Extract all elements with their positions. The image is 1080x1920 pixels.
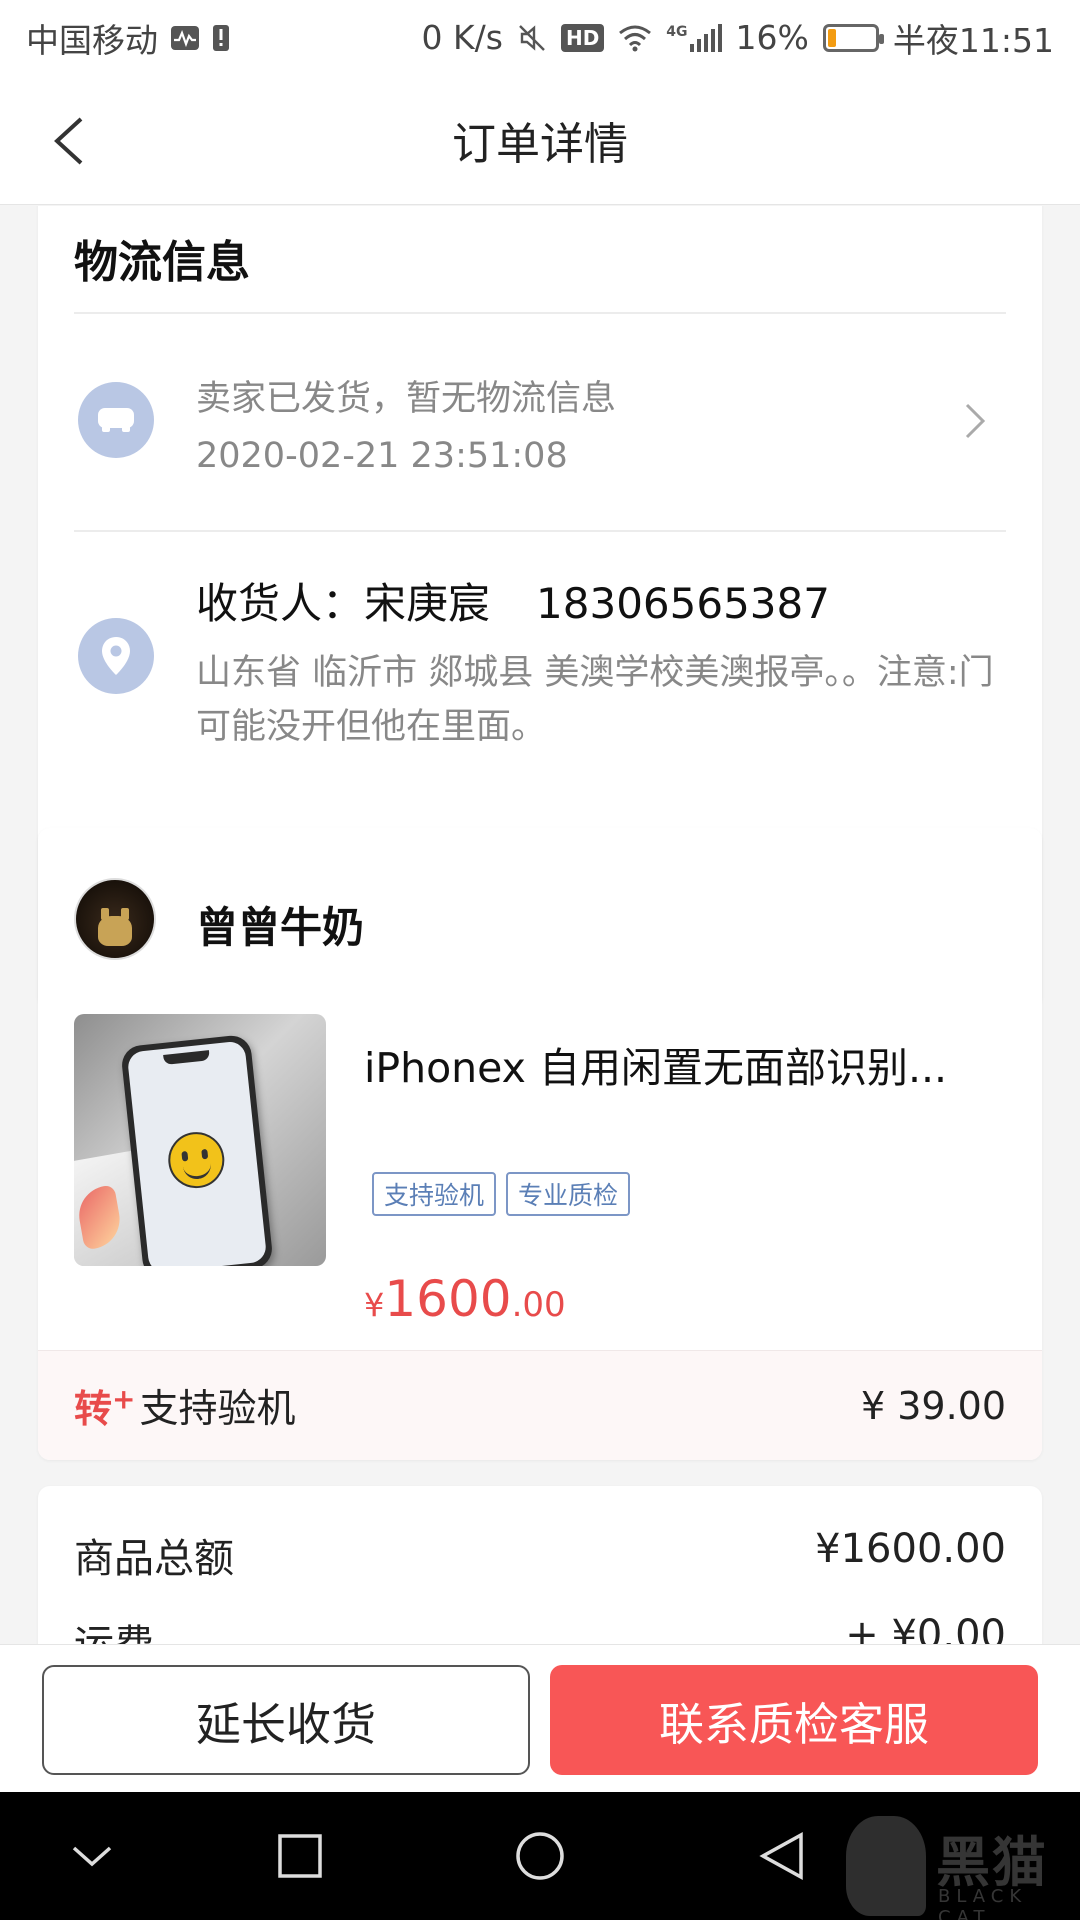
- product-image[interactable]: [74, 1014, 326, 1266]
- chevron-right-icon: [965, 403, 986, 439]
- location-pin-icon: [78, 618, 154, 694]
- receiver-name: 宋庚宸: [364, 579, 491, 628]
- logistics-status-row[interactable]: 卖家已发货，暂无物流信息 2020-02-21 23:51:08: [38, 312, 1042, 528]
- price-integer: 1600: [384, 1270, 512, 1328]
- smiley-sun-icon: [165, 1129, 228, 1191]
- shipping-label: 运费: [74, 1612, 154, 1644]
- triangle-back-icon: [759, 1832, 803, 1880]
- service-logo-text: 转: [74, 1387, 113, 1431]
- wifi-icon: [618, 24, 652, 52]
- product-price: ¥1600.00: [364, 1270, 566, 1328]
- back-button[interactable]: [44, 111, 94, 171]
- circle-icon: [516, 1832, 564, 1880]
- back-nav-button[interactable]: [752, 1826, 812, 1886]
- avatar-figure: [98, 908, 132, 946]
- battery-percent: 16%: [735, 18, 809, 57]
- service-price: ¥ 39.00: [860, 1383, 1006, 1428]
- cat-silhouette-icon: [846, 1816, 926, 1916]
- divider: [74, 530, 1006, 532]
- order-content[interactable]: 物流信息 卖家已发货，暂无物流信息 2020-02-21 23:51:08 收货…: [0, 206, 1080, 1644]
- mute-icon: [517, 23, 547, 53]
- hd-icon: HD: [560, 23, 605, 52]
- black-cat-watermark: 黑猫 BLACK CAT: [820, 1812, 1080, 1920]
- shipping-row: 运费 + ¥0.00: [74, 1612, 1006, 1644]
- receiver-address: 山东省 临沂市 郯城县 美澳学校美澳报亭。。注意:门可能没开但他在里面。: [196, 653, 994, 747]
- truck-icon: [78, 382, 154, 458]
- chevron-left-icon: [54, 117, 83, 165]
- price-decimal: .00: [511, 1285, 566, 1325]
- seller-card: 曾曾牛奶 iPhonex 自用闲置无面部识别... 支持验机 专业质检 ¥160…: [38, 828, 1042, 1460]
- navigation-bar: 订单详情: [0, 75, 1080, 205]
- zhuan-plus-logo: 转+: [74, 1378, 135, 1433]
- page-title: 订单详情: [452, 118, 628, 170]
- activity-icon: [170, 25, 200, 51]
- watermark-subtext: BLACK CAT: [938, 1886, 1028, 1920]
- recent-apps-button[interactable]: [270, 1826, 330, 1886]
- receiver-label: 收货人：: [196, 579, 365, 628]
- signal-icon: 4G: [666, 23, 722, 52]
- system-navigation-bar: 黑猫 BLACK CAT: [0, 1792, 1080, 1920]
- inspection-service-row[interactable]: 转+ 支持验机 ¥ 39.00: [38, 1350, 1042, 1460]
- goods-total-label: 商品总额: [74, 1536, 234, 1582]
- phone-screen: [126, 1040, 268, 1266]
- service-logo-sup: +: [112, 1382, 136, 1416]
- square-icon: [278, 1834, 322, 1878]
- order-summary-card: 商品总额 ¥1600.00 运费 + ¥0.00: [38, 1486, 1042, 1644]
- tag-inspection-support: 支持验机: [372, 1172, 497, 1216]
- extend-receipt-button[interactable]: 延长收货: [42, 1665, 530, 1775]
- product-title[interactable]: iPhonex 自用闲置无面部识别...: [364, 1034, 1014, 1094]
- clock: 半夜11:51: [892, 20, 1054, 60]
- action-bar: 延长收货 联系质检客服: [0, 1644, 1080, 1792]
- tag-quality-check: 专业质检: [506, 1172, 631, 1216]
- phone-notch: [163, 1050, 210, 1065]
- seller-name[interactable]: 曾曾牛奶: [196, 894, 364, 955]
- chevron-down-icon[interactable]: [62, 1826, 122, 1886]
- battery-level: [827, 28, 836, 47]
- network-speed: 0 K/s: [421, 18, 503, 57]
- receiver-phone: 18306565387: [536, 579, 830, 628]
- shipping-value: + ¥0.00: [845, 1612, 1006, 1644]
- network-type: 4G: [666, 23, 688, 40]
- price-symbol: ¥: [364, 1286, 385, 1324]
- logistics-title: 物流信息: [74, 237, 250, 288]
- product-phone-image: [120, 1033, 274, 1266]
- receiver-info: 收货人：宋庚宸 18306565387: [196, 570, 830, 631]
- service-label: 支持验机: [139, 1386, 296, 1432]
- battery-icon: [822, 23, 884, 52]
- contact-inspection-service-button[interactable]: 联系质检客服: [550, 1665, 1038, 1775]
- home-button[interactable]: [510, 1826, 570, 1886]
- logistics-status: 卖家已发货，暂无物流信息: [196, 379, 617, 419]
- goods-total-row: 商品总额 ¥1600.00: [74, 1526, 1006, 1584]
- logistics-time: 2020-02-21 23:51:08: [196, 436, 568, 476]
- alert-icon: [212, 24, 230, 52]
- carrier-label: 中国移动: [26, 20, 158, 60]
- product-tags: 支持验机 专业质检: [372, 1172, 631, 1216]
- goods-total-value: ¥1600.00: [815, 1526, 1006, 1572]
- avatar[interactable]: [74, 878, 156, 960]
- status-bar: 中国移动 0 K/s HD 4G 16% 半夜11:51: [0, 0, 1080, 75]
